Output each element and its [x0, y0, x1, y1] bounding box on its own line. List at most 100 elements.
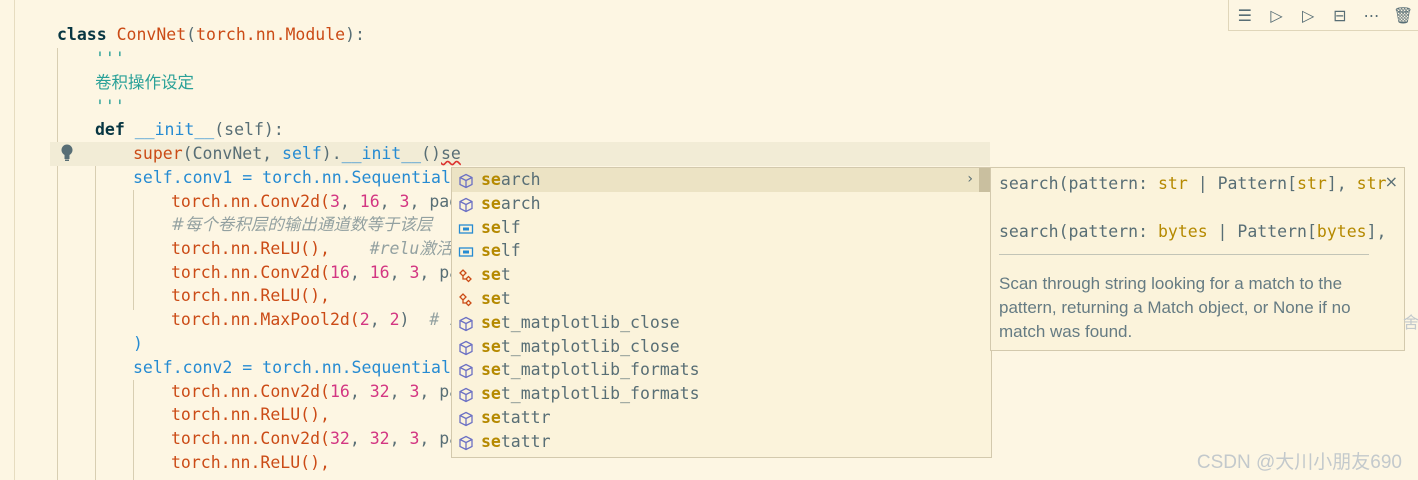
method-icon [458, 339, 474, 355]
method-icon [458, 410, 474, 427]
details-separator [999, 254, 1369, 255]
number: 3 [409, 263, 420, 282]
base-class: torch.nn.Module [196, 25, 346, 44]
suggestion-item[interactable]: set_matplotlib_formats [452, 358, 991, 382]
function-name: __init__ [134, 120, 215, 139]
more-icon[interactable]: ⋯ [1356, 0, 1388, 30]
match-highlight: se [481, 241, 501, 261]
chevron-right-icon[interactable]: › [967, 168, 973, 192]
indent-guide [57, 48, 58, 480]
run-below-icon[interactable]: ▷ [1292, 0, 1324, 30]
docstring-line[interactable]: 卷积操作设定 [95, 71, 194, 95]
delete-cell-icon[interactable]: 🗑 [1387, 0, 1418, 30]
code-text: torch.nn.ReLU(), [171, 239, 370, 258]
code-line[interactable]: self.conv1 = torch.nn.Sequential( [133, 166, 461, 190]
match-highlight: se [481, 170, 501, 189]
suggestion-item[interactable]: search [452, 192, 991, 216]
suggestion-scrollbar[interactable] [979, 168, 990, 192]
number: 16 [369, 263, 390, 282]
code-text: , [339, 192, 360, 211]
code-line[interactable]: torch.nn.ReLU(), [171, 403, 330, 427]
code-line[interactable]: torch.nn.ReLU(), [171, 451, 330, 475]
code-text: ( [186, 25, 197, 44]
code-text: ). [321, 144, 342, 163]
suggestion-label: tattr [500, 407, 551, 427]
code-line[interactable]: def __init__(self): [95, 118, 284, 142]
suggestion-item[interactable]: self [452, 239, 991, 263]
run-above-icon[interactable]: ▷ [1261, 0, 1293, 30]
suggestion-label: lf [500, 241, 521, 261]
indent-guide [133, 380, 134, 480]
code-text: () [421, 144, 441, 163]
split-cell-icon[interactable]: ⊟ [1324, 0, 1356, 30]
code-line[interactable]: torch.nn.Conv2d(16, 32, 3, pa [171, 380, 459, 404]
suggestion-item[interactable]: set [452, 263, 991, 287]
code-line[interactable]: self.conv2 = torch.nn.Sequential( [133, 356, 461, 380]
method-icon [458, 434, 474, 450]
suggestion-list[interactable]: search › search self self set set set_matplotli… [451, 167, 992, 458]
lightbulb-icon[interactable] [58, 143, 76, 163]
class-icon [458, 291, 474, 307]
cell-toolbar: ☰ ▷ ▷ ⊟ ⋯ 🗑 [1228, 0, 1418, 31]
code-line[interactable]: torch.nn.Conv2d(16, 16, 3, pa [171, 261, 459, 285]
documentation-text: Scan through string looking for a match … [999, 274, 1351, 341]
outline-icon[interactable]: ☰ [1229, 0, 1261, 30]
variable-icon [458, 220, 474, 236]
number: 16 [329, 263, 350, 282]
close-icon[interactable]: × [1385, 172, 1398, 191]
method-icon [458, 386, 474, 403]
suggestion-item[interactable]: set_matplotlib_formats [452, 382, 991, 406]
code-text: , [369, 310, 390, 329]
sig-text: ], [1326, 174, 1357, 193]
self-keyword: self [282, 144, 322, 163]
code-line[interactable]: torch.nn.MaxPool2d(2, 2) # 1 [171, 308, 459, 332]
suggestion-label: arch [500, 170, 541, 189]
docstring-line[interactable]: ''' [95, 95, 125, 119]
code-line[interactable]: torch.nn.Conv2d(32, 32, 3, pa [171, 427, 459, 451]
code-text: , [379, 192, 400, 211]
code-text: , [389, 263, 410, 282]
suggestion-label: t [500, 288, 511, 308]
match-highlight: se [481, 265, 501, 285]
code-text: , [349, 429, 370, 448]
suggestion-label: t_matplotlib_formats [500, 360, 700, 380]
code-line[interactable]: torch.nn.ReLU(), #relu激活 [171, 237, 452, 261]
number: 3 [409, 429, 420, 448]
code-line[interactable]: ) [133, 332, 143, 356]
suggestion-label: t_matplotlib_formats [500, 384, 700, 404]
watermark: CSDN @大川小朋友690 [1196, 452, 1402, 473]
sig-text: search(pattern: [999, 222, 1158, 241]
number: 32 [329, 429, 350, 448]
code-line[interactable]: torch.nn.ReLU(), [171, 284, 330, 308]
suggestion-item[interactable]: set_matplotlib_close [452, 335, 991, 359]
method-icon [458, 172, 474, 189]
method-icon [458, 362, 474, 379]
comment-line[interactable]: #每个卷积层的输出通道数等于该层 [171, 213, 432, 237]
code-line-current[interactable]: super(ConvNet, self).__init__()se [133, 142, 461, 166]
keyword: class [57, 25, 107, 44]
match-highlight: se [481, 384, 501, 404]
code-line[interactable]: torch.nn.Conv2d(3, 16, 3, pad [171, 190, 459, 214]
code-text: .conv2 = torch.nn.Sequential( [172, 358, 461, 377]
suggestion-item[interactable]: setattr [452, 406, 991, 430]
number: 32 [369, 429, 390, 448]
suggestion-item[interactable]: search › [452, 168, 991, 192]
match-highlight: se [481, 407, 501, 427]
suggestion-item[interactable]: set_matplotlib_close [452, 311, 991, 335]
number: 16 [329, 382, 350, 401]
suggestion-item[interactable]: setattr [452, 430, 991, 454]
sig-text: ], [1366, 222, 1387, 241]
suggestion-item[interactable]: set [452, 287, 991, 311]
code-line[interactable]: class ConvNet(torch.nn.Module): [57, 23, 365, 47]
self-keyword: self [133, 358, 173, 377]
code-text: , [349, 263, 370, 282]
code-text: torch.nn.Conv2d( [171, 382, 330, 401]
suggestion-item[interactable]: self [452, 216, 991, 240]
number: 2 [359, 310, 370, 329]
match-highlight: se [481, 312, 501, 332]
sig-type: bytes [1316, 222, 1367, 241]
docstring-line[interactable]: ''' [95, 47, 125, 71]
suggestion-label: lf [500, 217, 521, 237]
signature-2: search(pattern: bytes | Pattern[bytes], [999, 222, 1386, 241]
sig-type: bytes [1157, 222, 1208, 241]
